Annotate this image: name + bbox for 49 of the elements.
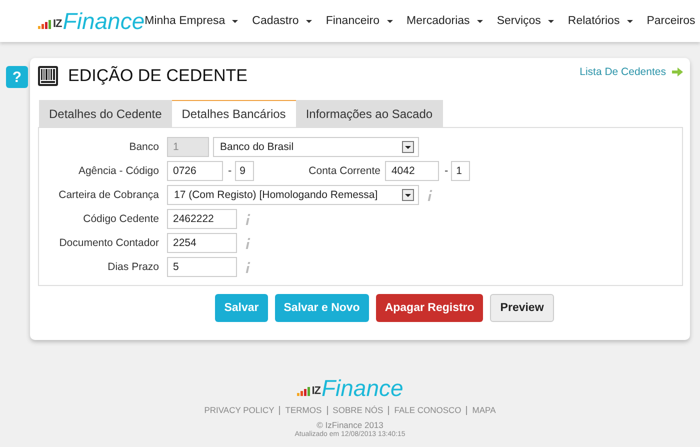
caret-icon <box>476 20 483 22</box>
select-value: 17 (Com Registo) [Homologando Remessa] <box>174 189 378 201</box>
field-label: Documento Contador <box>58 237 160 249</box>
input-field[interactable]: 0726 <box>167 161 223 181</box>
tab[interactable]: Informações ao Sacado <box>296 100 443 127</box>
nav-menu-item[interactable]: Cadastro <box>252 15 312 27</box>
caret-icon <box>386 20 393 22</box>
input-field[interactable]: 2254 <box>167 233 237 253</box>
separator-text: - <box>444 165 448 177</box>
field-label: Conta Corrente <box>308 165 380 177</box>
field-label: Carteira de Cobrança <box>58 189 160 201</box>
field-label: Código Cedente <box>82 213 160 225</box>
copyright-text: © IzFinance 2013 <box>316 420 384 430</box>
nav-menu-item[interactable]: Parceiros <box>646 15 700 27</box>
code-field: 1 <box>167 137 209 157</box>
action-button[interactable]: Apagar Registro <box>376 294 484 322</box>
nav-menu-item[interactable]: Serviços <box>496 15 554 27</box>
input-field[interactable]: 9 <box>234 161 254 181</box>
barcode-icon <box>38 66 58 86</box>
separator-text: - <box>228 165 232 177</box>
arrow-right-icon <box>672 67 683 77</box>
logo-name: Finance <box>62 9 145 33</box>
select-field[interactable]: Banco do Brasil <box>213 137 419 157</box>
field-label: Agência - Código <box>77 165 160 177</box>
nav-menu-item[interactable]: Relatórios <box>568 15 633 27</box>
nav-menu-item[interactable]: Minha Empresa <box>144 15 238 27</box>
logo-name: Finance <box>321 376 404 400</box>
nav-menu-item[interactable]: Financeiro <box>326 15 393 27</box>
bar-chart-icon <box>296 386 311 396</box>
bar-chart-icon <box>38 19 52 29</box>
input-field[interactable]: 2462222 <box>167 209 237 229</box>
input-field[interactable]: 5 <box>167 257 237 277</box>
select-field[interactable]: 17 (Com Registo) [Homologando Remessa] <box>167 185 419 205</box>
input-field[interactable]: 4042 <box>385 161 440 181</box>
action-button[interactable]: Preview <box>490 294 554 322</box>
caret-icon <box>232 20 238 22</box>
logo-prefix: IZ <box>53 18 62 30</box>
list-link[interactable]: Lista De Cedentes <box>580 66 683 78</box>
field-label: Dias Prazo <box>106 261 160 273</box>
tab[interactable]: Detalhes do Cedente <box>39 100 172 127</box>
logo-prefix: IZ <box>312 385 320 397</box>
nav-menu-item[interactable]: Mercadorias <box>406 15 483 27</box>
field-label: Banco <box>128 141 160 153</box>
caret-icon <box>626 20 633 22</box>
caret-icon <box>306 20 312 22</box>
caret-icon <box>548 20 554 22</box>
select-value: Banco do Brasil <box>220 141 294 153</box>
input-field[interactable]: 1 <box>451 161 470 181</box>
page-title: EDIÇÃO DE CEDENTE <box>68 66 248 86</box>
